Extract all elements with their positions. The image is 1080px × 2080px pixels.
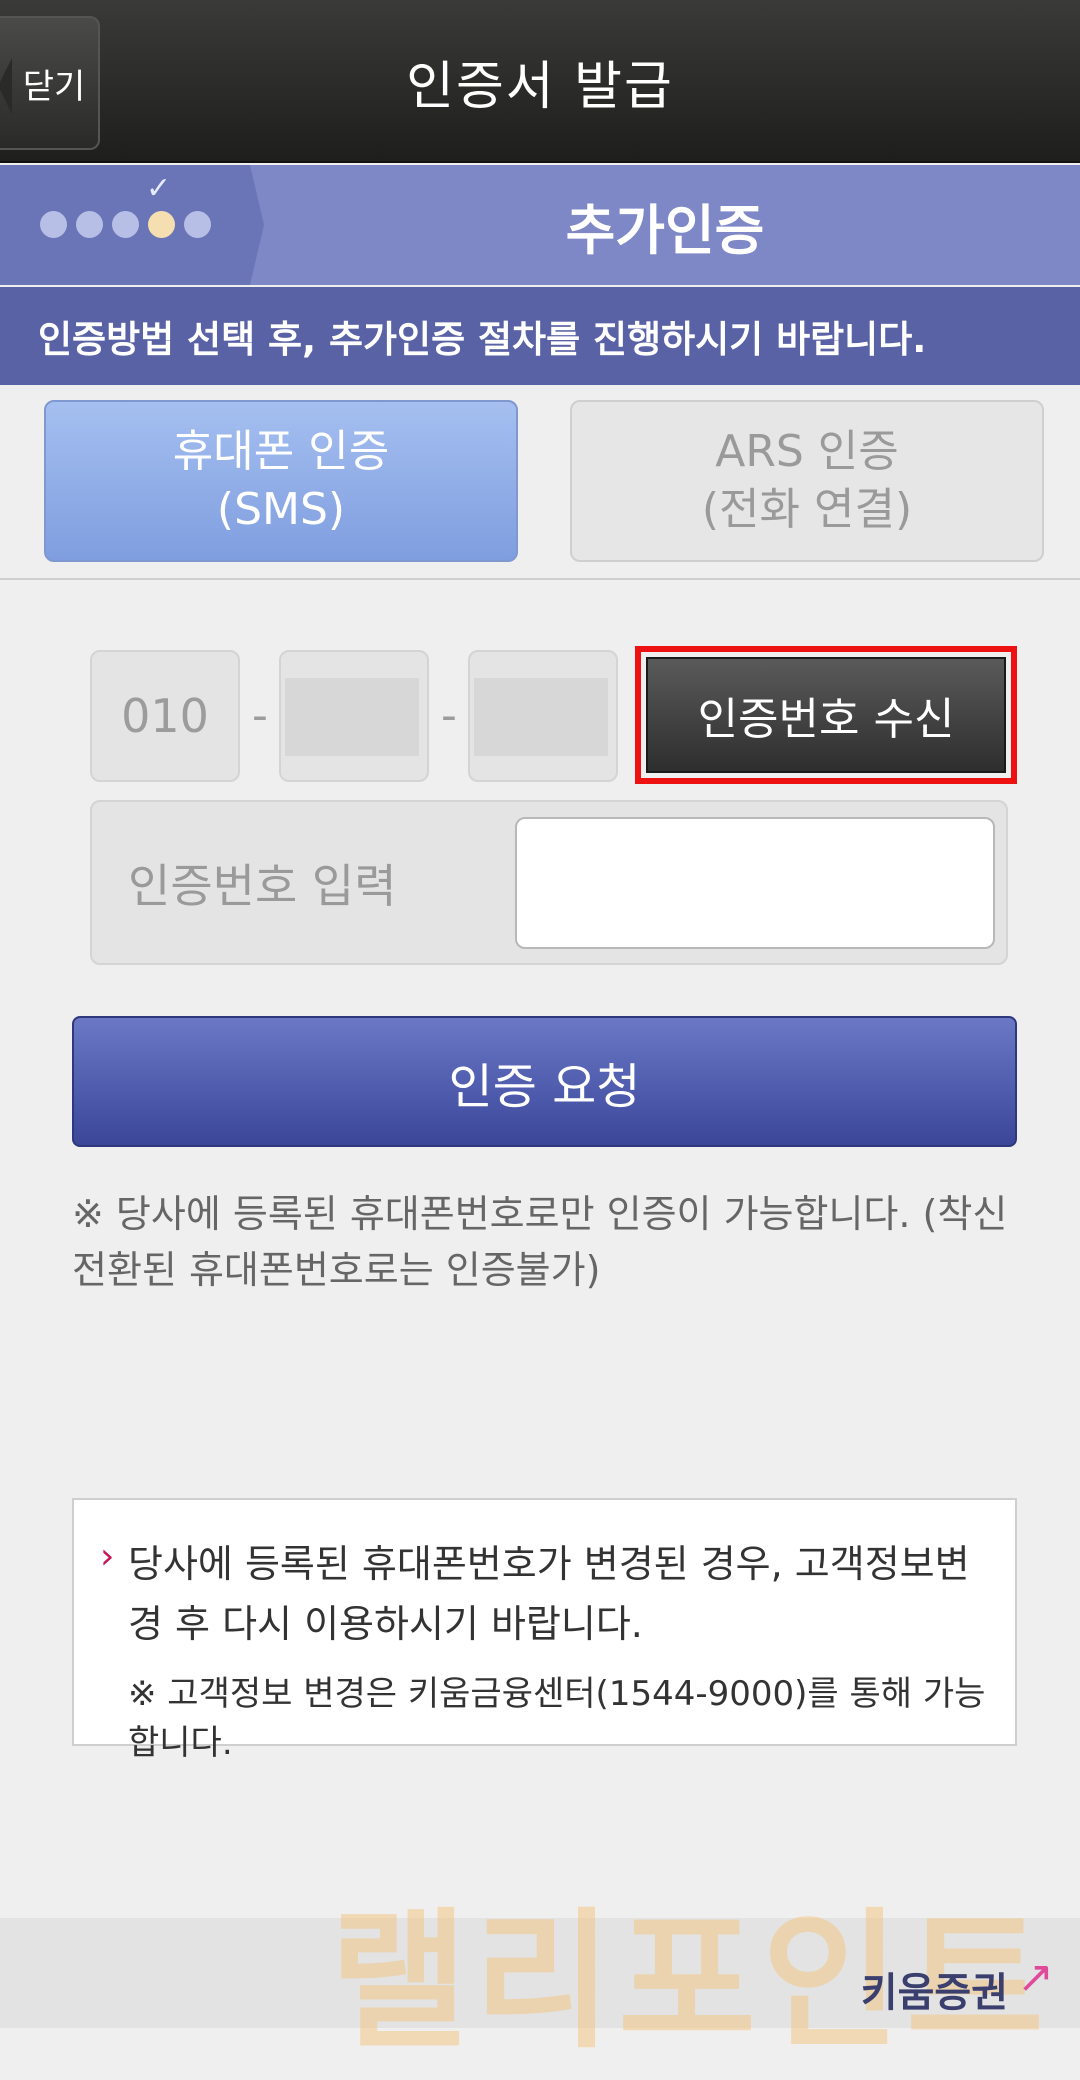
step-dot xyxy=(76,211,103,238)
step-title: 추가인증 xyxy=(565,198,765,262)
code-entry-row: 인증번호 입력 xyxy=(90,800,1008,965)
instruction-strip: 인증방법 선택 후, 추가인증 절차를 진행하시기 바랍니다. xyxy=(0,287,1080,385)
chevron-right-icon: › xyxy=(100,1536,115,1577)
check-icon: ✓ xyxy=(146,171,172,206)
step-dots xyxy=(40,211,211,238)
info-box: › 당사에 등록된 휴대폰번호가 변경된 경우, 고객정보변경 후 다시 이용하… xyxy=(72,1498,1017,1763)
tab-ars-line2: (전화 연결) xyxy=(701,484,913,535)
tab-sms-line2: (SMS) xyxy=(216,484,346,535)
step-dot xyxy=(184,211,211,238)
masked-value xyxy=(285,678,419,756)
phone-prefix-field[interactable]: 010 xyxy=(90,650,240,782)
info-box-message: 당사에 등록된 휴대폰번호가 변경된 경우, 고객정보변경 후 다시 이용하시기… xyxy=(128,1542,970,1646)
phone-middle-field[interactable] xyxy=(279,650,429,782)
title-bar: 닫기 인증서 발급 xyxy=(0,0,1080,163)
phone-separator: - xyxy=(441,690,457,741)
kiwoom-logo: 키움증권 xyxy=(860,1970,1008,2016)
step-bar: ✓ 추가인증 xyxy=(0,165,1080,285)
step-dot xyxy=(112,211,139,238)
code-entry-label: 인증번호 입력 xyxy=(128,858,397,913)
request-auth-button[interactable]: 인증 요청 xyxy=(72,1016,1017,1147)
receive-code-button[interactable]: 인증번호 수신 xyxy=(646,657,1006,773)
step-dot-active xyxy=(148,211,175,238)
info-box-note: ※ 고객정보 변경은 키움금융센터(1544-9000)를 통해 가능합니다. xyxy=(128,1674,986,1763)
divider xyxy=(0,578,1080,580)
tab-sms-auth[interactable]: 휴대폰 인증 (SMS) xyxy=(44,400,518,562)
phone-separator: - xyxy=(252,690,268,741)
code-entry-input[interactable] xyxy=(515,817,995,949)
phone-last-field[interactable] xyxy=(468,650,618,782)
tab-ars-line1: ARS 인증 xyxy=(715,426,899,477)
tab-sms-line1: 휴대폰 인증 xyxy=(172,426,390,477)
page-title: 인증서 발급 xyxy=(406,57,674,117)
masked-value xyxy=(474,678,608,756)
tab-ars-auth[interactable]: ARS 인증 (전화 연결) xyxy=(570,400,1044,562)
phone-prefix-value: 010 xyxy=(121,689,209,743)
step-indicator: ✓ xyxy=(0,165,264,285)
notice-text: ※ 당사에 등록된 휴대폰번호로만 인증이 가능합니다. (착신전환된 휴대폰번… xyxy=(72,1192,1008,1292)
step-dot xyxy=(40,211,67,238)
logo-arrow-icon: ↗ xyxy=(1017,1952,1054,2003)
